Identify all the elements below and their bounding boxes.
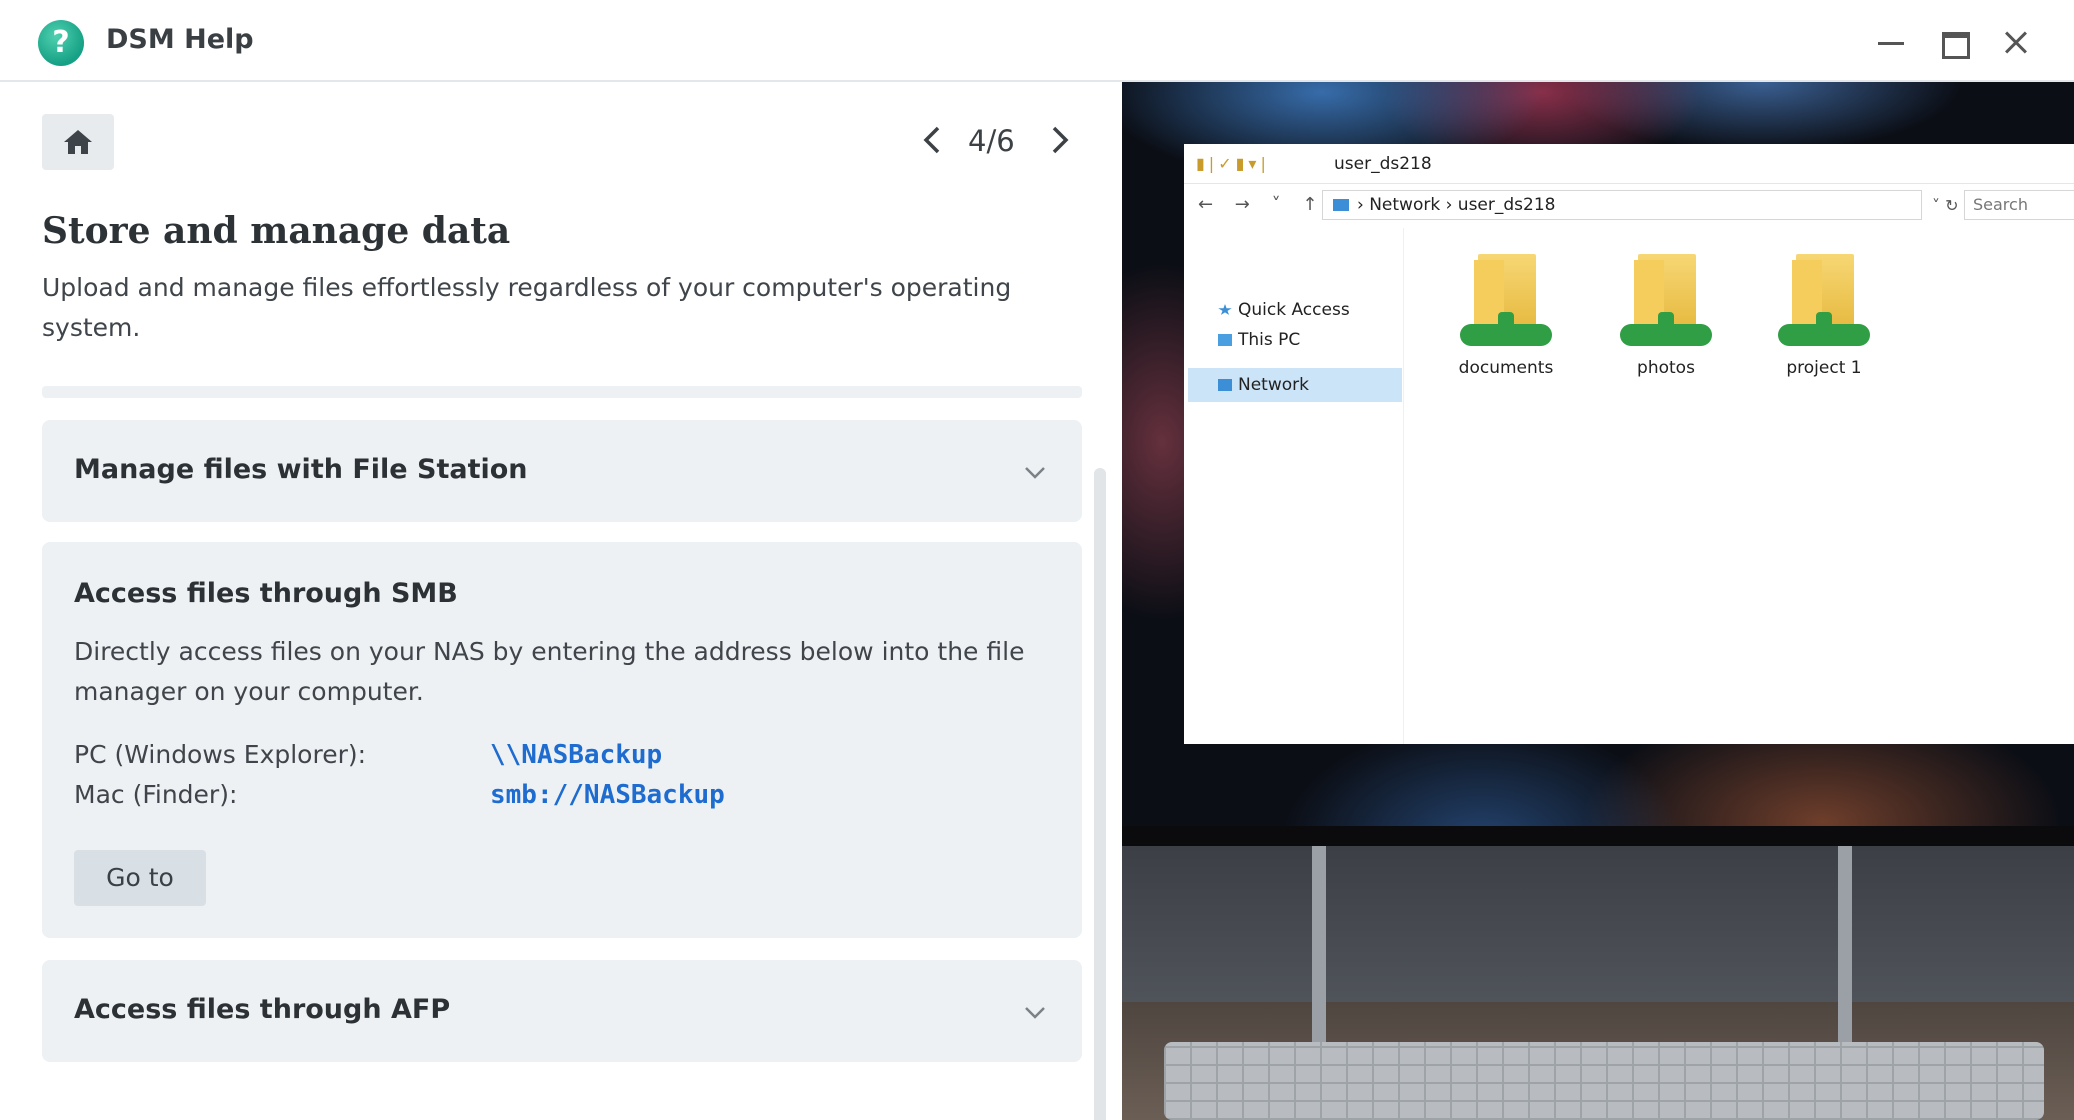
home-button[interactable] bbox=[42, 114, 114, 170]
nav-arrows-icon: ← → ˅ ↑ bbox=[1198, 194, 1326, 215]
shared-folder-documents: documents bbox=[1446, 254, 1566, 404]
section-title: Manage files with File Station bbox=[74, 454, 528, 485]
section-divider bbox=[42, 386, 1082, 398]
pc-address-label: PC (Windows Explorer): bbox=[74, 740, 367, 769]
quick-access-toolbar-icon: ▮|✓▮▾| bbox=[1196, 154, 1270, 173]
explorer-sidebar: Quick Access This PC Network bbox=[1184, 228, 1404, 744]
explorer-search: Search bbox=[1964, 190, 2074, 220]
sidebar-item-network: Network bbox=[1218, 375, 1309, 395]
address-path: › Network › user_ds218 bbox=[1357, 195, 1556, 215]
section-description: Directly access files on your NAS by ent… bbox=[74, 637, 1025, 706]
page-description: Upload and manage files effortlessly reg… bbox=[42, 273, 1012, 342]
page-indicator: 4/6 bbox=[968, 124, 1015, 158]
computer-icon bbox=[1218, 334, 1232, 346]
previous-page-button[interactable] bbox=[918, 120, 948, 160]
go-to-button[interactable]: Go to bbox=[74, 850, 206, 906]
window-title: DSM Help bbox=[106, 24, 254, 55]
address-bar: › Network › user_ds218 bbox=[1322, 190, 1922, 220]
shared-folder-photos: photos bbox=[1606, 254, 1726, 404]
chevron-right-icon bbox=[1052, 126, 1069, 154]
scrollbar-thumb[interactable] bbox=[1094, 468, 1106, 1120]
maximize-icon[interactable] bbox=[1934, 22, 1974, 62]
explorer-nav-bar: ← → ˅ ↑ › Network › user_ds218 ˅ ↻ Searc… bbox=[1184, 184, 2074, 228]
title-bar: ? DSM Help bbox=[0, 0, 2074, 82]
explorer-title-bar: ▮|✓▮▾| user_ds218 bbox=[1184, 144, 2074, 184]
keyboard bbox=[1164, 1042, 2044, 1120]
network-share-icon bbox=[1620, 312, 1712, 346]
sidebar-item-this-pc: This PC bbox=[1218, 330, 1300, 350]
file-explorer-window: ▮|✓▮▾| user_ds218 ← → ˅ ↑ › Network › us… bbox=[1184, 144, 2074, 744]
close-icon[interactable] bbox=[1998, 22, 2038, 62]
chevron-down-icon[interactable] bbox=[1024, 466, 1046, 480]
network-share-icon bbox=[1778, 312, 1870, 346]
pc-address-link[interactable]: \\NASBackup bbox=[490, 740, 662, 770]
star-icon bbox=[1218, 304, 1232, 315]
monitor-stand bbox=[1312, 846, 1852, 1066]
sidebar-item-quick-access: Quick Access bbox=[1218, 300, 1350, 320]
shared-folder-project-1: project 1 bbox=[1764, 254, 1884, 404]
home-icon bbox=[64, 130, 92, 154]
minimize-icon[interactable] bbox=[1872, 22, 1912, 62]
network-icon bbox=[1218, 379, 1232, 391]
network-share-icon bbox=[1460, 312, 1552, 346]
page-title: Store and manage data bbox=[42, 210, 511, 252]
monitor-bezel bbox=[1122, 826, 2074, 846]
section-afp[interactable]: Access files through AFP bbox=[42, 960, 1082, 1062]
next-page-button[interactable] bbox=[1044, 120, 1074, 160]
help-panel: 4/6 Store and manage data Upload and man… bbox=[0, 82, 1122, 1120]
illustration-photo: ▮|✓▮▾| user_ds218 ← → ˅ ↑ › Network › us… bbox=[1122, 82, 2074, 1120]
section-file-station[interactable]: Manage files with File Station bbox=[42, 420, 1082, 522]
explorer-title: user_ds218 bbox=[1334, 154, 1432, 174]
mac-address-label: Mac (Finder): bbox=[74, 780, 238, 809]
section-title: Access files through AFP bbox=[74, 994, 451, 1025]
section-smb: Access files through SMB Directly access… bbox=[42, 542, 1082, 938]
dsm-help-logo-icon: ? bbox=[38, 20, 84, 66]
network-icon bbox=[1333, 199, 1349, 211]
refresh-icon: ˅ ↻ bbox=[1932, 196, 1959, 215]
section-title: Access files through SMB bbox=[74, 578, 458, 609]
chevron-down-icon[interactable] bbox=[1024, 1006, 1046, 1020]
mac-address-link[interactable]: smb://NASBackup bbox=[490, 780, 725, 810]
chevron-left-icon bbox=[923, 126, 940, 154]
